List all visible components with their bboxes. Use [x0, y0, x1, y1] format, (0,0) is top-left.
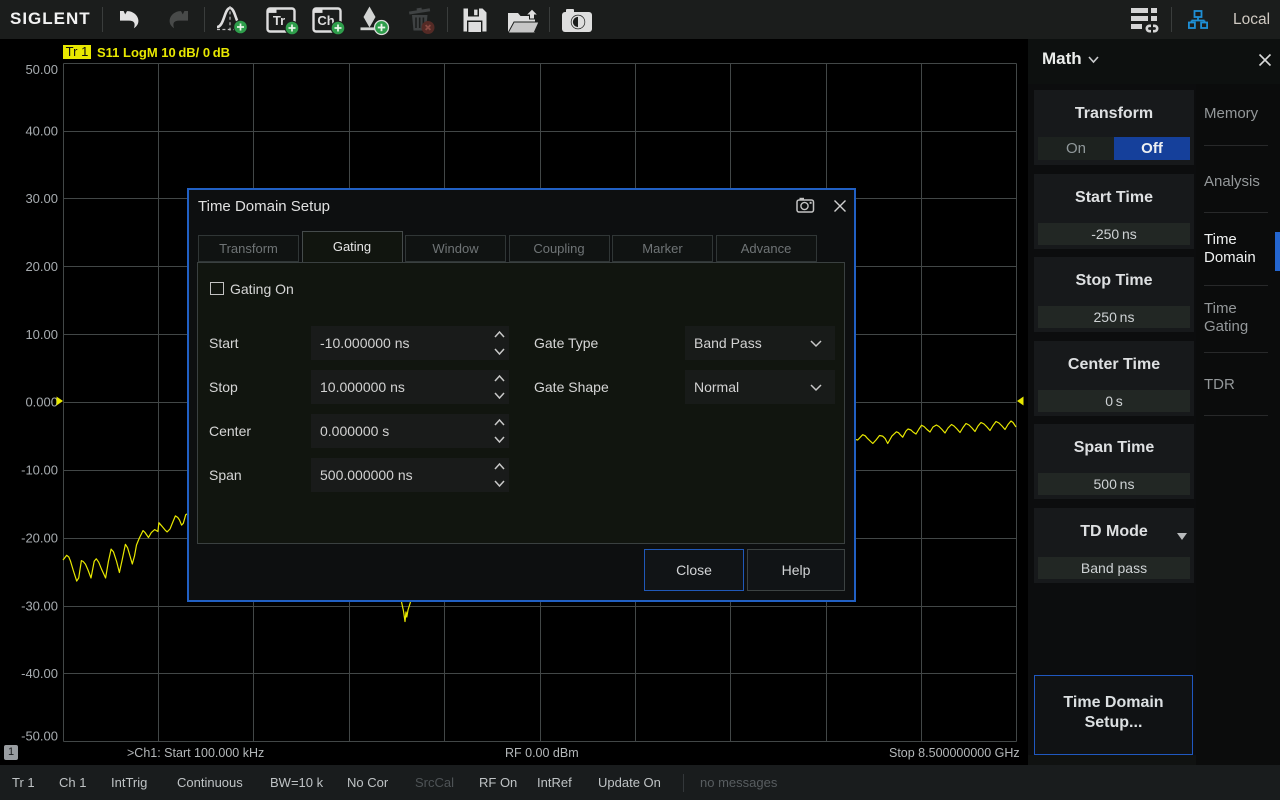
svg-text:-40.00: -40.00 — [21, 666, 58, 681]
svg-text:-50.00: -50.00 — [21, 729, 58, 744]
svg-text:40.00: 40.00 — [25, 123, 58, 138]
svg-text:-30.00: -30.00 — [21, 598, 58, 613]
svg-text:20.00: 20.00 — [25, 259, 58, 274]
svg-text:Tr: Tr — [273, 13, 285, 28]
svg-text:0.000: 0.000 — [25, 395, 58, 410]
svg-text:-10.00: -10.00 — [21, 463, 58, 478]
svg-text:50.00: 50.00 — [25, 62, 58, 77]
svg-text:10.00: 10.00 — [25, 327, 58, 342]
svg-text:-20.00: -20.00 — [21, 530, 58, 545]
svg-text:30.00: 30.00 — [25, 191, 58, 206]
